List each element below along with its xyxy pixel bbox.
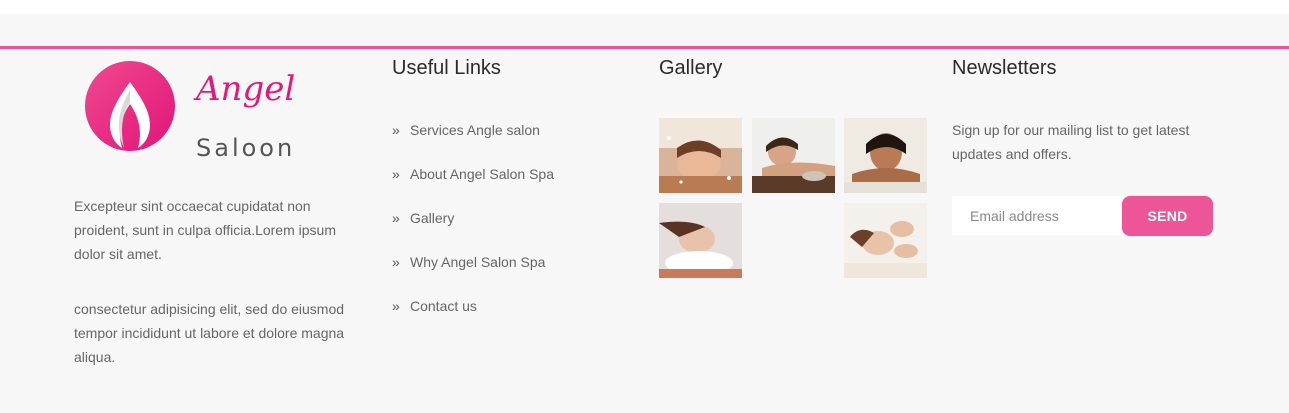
newsletter-description: Sign up for our mailing list to get late… <box>952 122 1190 162</box>
gallery-image-5[interactable] <box>844 203 927 278</box>
gallery-image-1[interactable] <box>659 118 742 193</box>
logo-sub-text: Saloon <box>196 134 295 162</box>
link-label: Services Angle salon <box>410 122 540 138</box>
gallery-image-2[interactable] <box>752 118 835 193</box>
gallery-grid <box>659 118 929 278</box>
double-chevron-right-icon: » <box>392 210 400 226</box>
link-why[interactable]: » Why Angel Salon Spa <box>392 250 554 294</box>
double-chevron-right-icon: » <box>392 254 400 270</box>
link-gallery[interactable]: » Gallery <box>392 206 554 250</box>
link-label: Gallery <box>410 210 455 226</box>
newsletter-title: Newsletters <box>952 57 1057 79</box>
about-paragraph-2: consectetur adipisicing elit, sed do eiu… <box>74 301 345 365</box>
link-services[interactable]: » Services Angle salon <box>392 118 554 162</box>
brand-logo[interactable]: Angel Saloon <box>84 60 304 164</box>
send-button[interactable]: SEND <box>1122 196 1213 236</box>
link-about[interactable]: » About Angel Salon Spa <box>392 162 554 206</box>
double-chevron-right-icon: » <box>392 166 400 182</box>
gallery-image-3[interactable] <box>844 118 927 193</box>
logo-circle <box>85 61 175 151</box>
useful-links-title: Useful Links <box>392 57 501 79</box>
double-chevron-right-icon: » <box>392 122 400 138</box>
top-band <box>0 0 1289 14</box>
link-contact[interactable]: » Contact us <box>392 294 554 338</box>
about-paragraph-1: Excepteur sint occaecat cupidatat non pr… <box>74 198 336 262</box>
gallery-image-4[interactable] <box>659 203 742 278</box>
link-label: Why Angel Salon Spa <box>410 254 546 270</box>
footer-accent-line <box>0 46 1289 49</box>
email-field[interactable] <box>952 196 1132 235</box>
logo-script-text: Angel <box>193 69 295 109</box>
useful-links-list: » Services Angle salon » About Angel Sal… <box>392 118 554 338</box>
link-label: Contact us <box>410 298 477 314</box>
double-chevron-right-icon: » <box>392 298 400 314</box>
gallery-title: Gallery <box>659 57 723 79</box>
link-label: About Angel Salon Spa <box>410 166 555 182</box>
